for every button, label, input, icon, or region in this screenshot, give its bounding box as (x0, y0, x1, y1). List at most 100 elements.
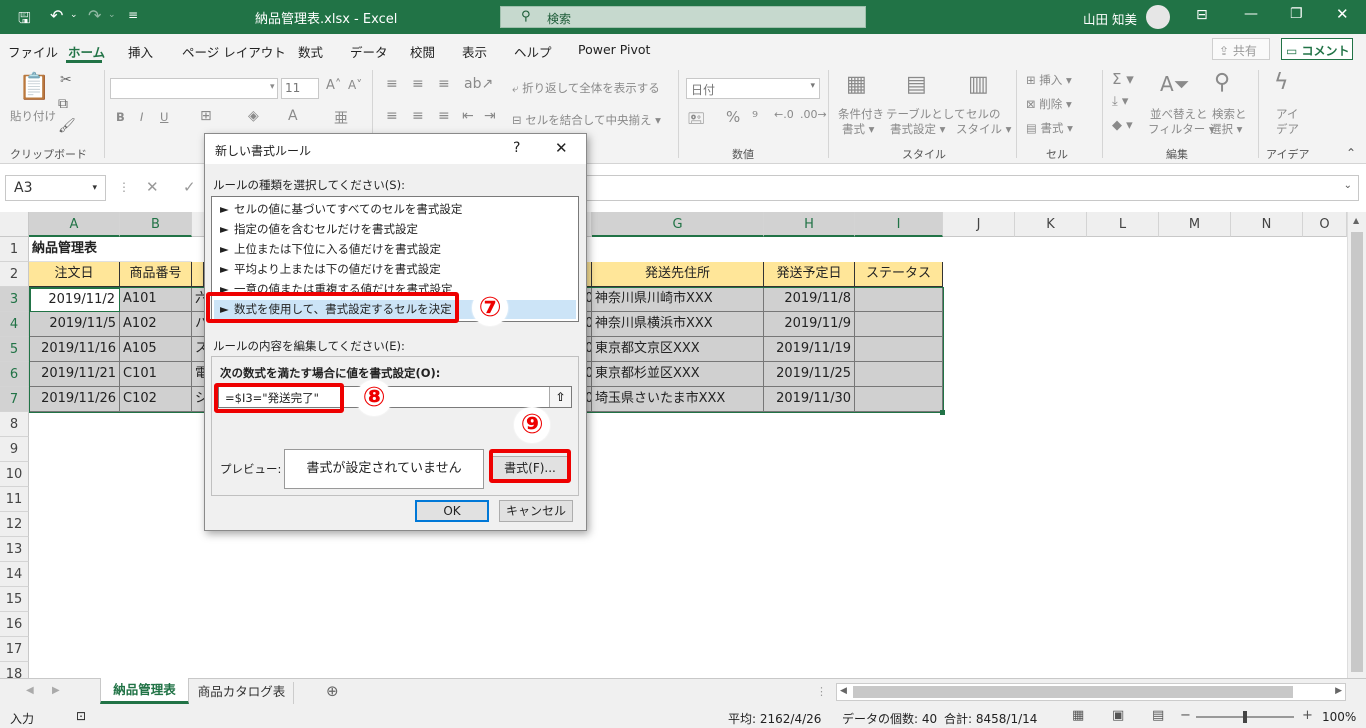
table-format-icon[interactable]: ▤ (906, 72, 927, 97)
table-cell[interactable]: 埼玉県さいたま市XXX (592, 387, 764, 412)
wrap-text-button[interactable]: ⤶ 折り返して全体を表示する (512, 80, 660, 96)
ideas-label2[interactable]: デア (1276, 121, 1299, 137)
row-header[interactable]: 9 (0, 437, 29, 462)
tab-review[interactable]: 校閲 (410, 42, 435, 61)
undo-icon[interactable]: ↶ (50, 6, 63, 25)
sort-filter-label2[interactable]: フィルター ▾ (1148, 121, 1215, 137)
scroll-thumb[interactable] (1351, 232, 1363, 672)
tab-power-pivot[interactable]: Power Pivot (578, 42, 650, 57)
font-name-input[interactable] (110, 78, 278, 99)
column-header[interactable]: H (764, 212, 855, 237)
formula-input[interactable]: ⌄ (585, 175, 1359, 201)
font-color-icon[interactable]: A (288, 108, 298, 124)
sheet-title-cell[interactable]: 納品管理表 (29, 237, 192, 262)
tab-formulas[interactable]: 数式 (298, 42, 323, 61)
ideas-icon[interactable]: ϟ (1274, 70, 1289, 95)
bold-icon[interactable]: B (116, 110, 125, 124)
table-cell[interactable]: 2019/11/26 (29, 387, 120, 412)
decrease-decimal-icon[interactable]: .00→ (800, 108, 827, 121)
find-select-label2[interactable]: 選択 ▾ (1210, 121, 1242, 137)
align-center-icon[interactable]: ≡ (412, 108, 424, 124)
row-header[interactable]: 2 (0, 262, 29, 287)
conditional-format-icon[interactable]: ▦ (846, 72, 867, 97)
share-button[interactable]: ⇪ 共有 (1212, 38, 1270, 60)
grow-font-icon[interactable]: A˄ (326, 78, 341, 93)
table-cell[interactable]: A105 (120, 337, 192, 362)
table-cell[interactable]: C101 (120, 362, 192, 387)
shrink-font-icon[interactable]: A˅ (348, 78, 362, 92)
header-cell[interactable]: ステータス (855, 262, 943, 287)
select-all-button[interactable] (0, 212, 29, 237)
fill-handle[interactable] (940, 410, 945, 415)
tab-file[interactable]: ファイル (8, 42, 58, 61)
table-cell[interactable]: A101 (120, 287, 192, 312)
column-header[interactable]: B (120, 212, 192, 237)
expand-formula-icon[interactable]: ⌄ (1344, 180, 1352, 191)
find-select-label[interactable]: 検索と (1212, 106, 1247, 122)
sort-filter-label[interactable]: 並べ替えと (1150, 106, 1208, 122)
ribbon-display-icon[interactable]: ⊟ (1196, 7, 1208, 23)
row-header[interactable]: 16 (0, 612, 29, 637)
row-header[interactable]: 11 (0, 487, 29, 512)
underline-icon[interactable]: U (160, 110, 168, 124)
horizontal-scrollbar[interactable]: ◀ ▶ (836, 683, 1346, 701)
percent-icon[interactable]: % (726, 108, 740, 126)
row-header[interactable]: 3 (0, 287, 29, 312)
increase-indent-icon[interactable]: ⇥ (484, 108, 496, 124)
row-header[interactable]: 1 (0, 237, 29, 262)
header-cell[interactable]: 発送先住所 (592, 262, 764, 287)
comma-icon[interactable]: ⁹ (752, 108, 758, 126)
list-item[interactable]: ► 上位または下位に入る値だけを書式設定 (220, 240, 441, 259)
conditional-format-label[interactable]: 条件付き (838, 106, 884, 122)
row-header[interactable]: 8 (0, 412, 29, 437)
cell-style-label[interactable]: セルの (966, 106, 1001, 122)
dialog-close-icon[interactable]: ✕ (555, 139, 568, 157)
find-select-icon[interactable]: ⚲ (1214, 70, 1230, 95)
cell-style-label2[interactable]: スタイル ▾ (956, 121, 1011, 137)
conditional-format-label2[interactable]: 書式 ▾ (842, 121, 874, 137)
header-cell[interactable]: 商品番号 (120, 262, 192, 287)
column-header[interactable]: A (29, 212, 120, 237)
scroll-up-icon[interactable]: ▲ (1353, 216, 1359, 225)
column-header[interactable]: N (1231, 212, 1303, 237)
normal-view-icon[interactable]: ▦ (1072, 708, 1084, 723)
copy-icon[interactable]: ⧉ (58, 96, 68, 112)
table-cell[interactable]: 東京都文京区XXX (592, 337, 764, 362)
comment-button[interactable]: ▭ コメント (1281, 38, 1353, 60)
cell-style-icon[interactable]: ▥ (968, 72, 989, 97)
tab-help[interactable]: ヘルプ (514, 42, 552, 61)
help-icon[interactable]: ? (513, 140, 520, 156)
collapse-ribbon-icon[interactable]: ⌃ (1346, 146, 1356, 160)
status-count[interactable]: データの個数: 40 (842, 710, 937, 727)
column-header[interactable]: G (592, 212, 764, 237)
column-header[interactable]: L (1087, 212, 1159, 237)
table-cell[interactable] (855, 337, 943, 362)
delete-cells-button[interactable]: ⊠ 削除 ▾ (1026, 96, 1072, 112)
number-format-select[interactable]: 日付 ▾ (686, 78, 820, 99)
tab-insert[interactable]: 挿入 (128, 42, 153, 61)
row-header[interactable]: 10 (0, 462, 29, 487)
search-box[interactable]: ⚲ 検索 (500, 6, 866, 28)
scroll-thumb[interactable] (853, 686, 1293, 698)
paste-label[interactable]: 貼り付け (10, 108, 56, 124)
page-layout-icon[interactable]: ▣ (1112, 708, 1124, 723)
table-cell[interactable]: A102 (120, 312, 192, 337)
active-cell[interactable]: 2019/11/2 (30, 288, 120, 312)
row-header[interactable]: 5 (0, 337, 29, 362)
header-cell[interactable] (192, 262, 204, 287)
table-cell[interactable]: C102 (120, 387, 192, 412)
list-item[interactable]: ► 平均より上または下の値だけを書式設定 (220, 260, 441, 279)
currency-icon[interactable]: 🖭 (688, 108, 704, 132)
insert-cells-button[interactable]: ⊞ 挿入 ▾ (1026, 72, 1072, 88)
table-cell[interactable] (855, 287, 943, 312)
table-cell[interactable]: 2019/11/8 (764, 287, 855, 312)
table-cell[interactable]: 2019/11/16 (29, 337, 120, 362)
list-item[interactable]: ► 指定の値を含むセルだけを書式設定 (220, 220, 418, 239)
macro-record-icon[interactable]: ⊡ (76, 709, 86, 723)
list-item[interactable]: ► セルの値に基づいてすべてのセルを書式設定 (220, 200, 462, 219)
row-header[interactable]: 4 (0, 312, 29, 337)
ideas-label[interactable]: アイ (1276, 106, 1298, 122)
phonetic-icon[interactable]: 亜 (334, 108, 348, 128)
merge-center-button[interactable]: ⊟ セルを結合して中央揃え ▾ (512, 112, 661, 128)
ok-button[interactable]: OK (415, 500, 489, 522)
